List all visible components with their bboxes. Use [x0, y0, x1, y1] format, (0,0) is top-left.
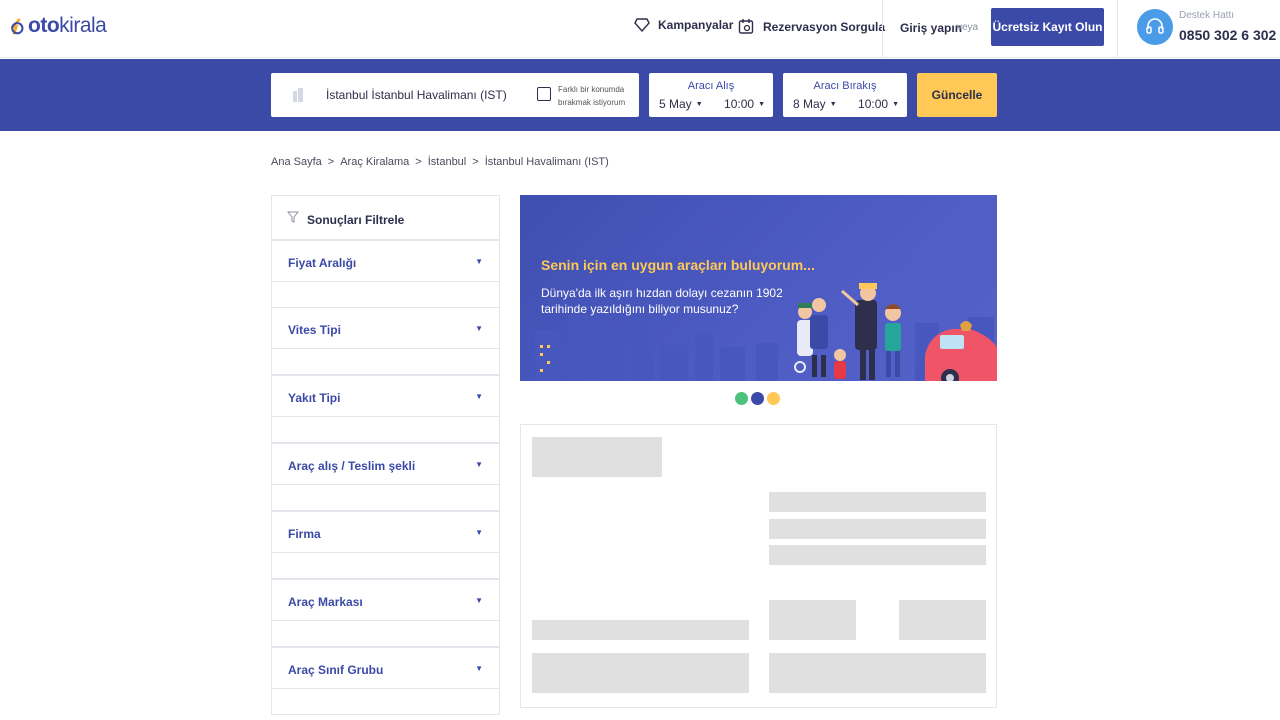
update-button[interactable]: Güncelle: [917, 73, 997, 117]
location-field[interactable]: İstanbul İstanbul Havalimanı (IST) Farkl…: [271, 73, 639, 117]
caret-down-icon: ▼: [475, 664, 483, 673]
pickup-date: 5 May: [659, 97, 692, 111]
skeleton-block: [532, 437, 662, 477]
filter-icon: [287, 211, 299, 223]
nav-reservation-label: Rezervasyon Sorgula: [763, 19, 886, 34]
banner-heading: Senin için en uygun araçları buluyorum..…: [541, 257, 815, 273]
nav-campaigns-label: Kampanyalar: [658, 18, 734, 32]
caret-down-icon: ▼: [475, 324, 483, 333]
filter-header: Sonuçları Filtrele: [271, 195, 500, 240]
dropoff-time-select[interactable]: 10:00 ▼: [858, 97, 899, 111]
divider: [272, 348, 499, 349]
divider: [272, 688, 499, 689]
filter-title: Sonuçları Filtrele: [307, 213, 405, 227]
filter-panel: Sonuçları Filtrele Fiyat Aralığı ▼ Vites…: [271, 195, 500, 717]
breadcrumb-car-rental[interactable]: Araç Kiralama: [340, 156, 409, 168]
pickup-time-select[interactable]: 10:00 ▼: [724, 97, 765, 111]
skeleton-block: [532, 620, 749, 640]
building-icon: [293, 88, 303, 102]
pickup-title: Aracı Alış: [687, 80, 735, 92]
different-location-label[interactable]: Farklı bir konumda bırakmak istiyorum: [558, 83, 636, 109]
filter-label: Fiyat Aralığı: [288, 256, 357, 270]
breadcrumb-city[interactable]: İstanbul: [428, 156, 467, 168]
skeleton-block: [769, 519, 986, 539]
filter-transmission[interactable]: Vites Tipi ▼: [271, 307, 500, 375]
breadcrumb-separator: >: [472, 156, 479, 168]
filter-label: Araç Sınıf Grubu: [288, 663, 384, 677]
dropoff-time: 10:00: [858, 97, 889, 111]
top-header: oto kirala Kampanyalar Rezervasyon Sorgul…: [0, 0, 1280, 58]
support-phone[interactable]: 0850 302 6 302: [1179, 27, 1276, 43]
headset-icon: [1137, 9, 1173, 45]
dropoff-date-select[interactable]: 8 May ▼: [793, 97, 837, 111]
loading-dot: [735, 392, 748, 405]
caret-down-icon: ▼: [892, 101, 899, 108]
loading-dot: [751, 392, 764, 405]
diamond-icon: [634, 18, 650, 32]
caret-down-icon: ▼: [475, 392, 483, 401]
dropoff-title: Aracı Bırakış: [813, 80, 877, 92]
filter-label: Firma: [288, 527, 321, 541]
caret-down-icon: ▼: [758, 101, 765, 108]
search-bar: İstanbul İstanbul Havalimanı (IST) Farkl…: [0, 59, 1280, 131]
pickup-date-select[interactable]: 5 May ▼: [659, 97, 703, 111]
divider: [272, 620, 499, 621]
skeleton-block: [769, 600, 856, 640]
caret-down-icon: ▼: [475, 257, 483, 266]
filter-company[interactable]: Firma ▼: [271, 511, 500, 579]
logo[interactable]: oto kirala: [8, 14, 107, 38]
caret-down-icon: ▼: [829, 101, 837, 108]
nav-campaigns[interactable]: Kampanyalar: [634, 18, 733, 32]
divider: [272, 552, 499, 553]
calendar-search-icon: [738, 19, 754, 34]
pickup-time: 10:00: [724, 97, 755, 111]
filter-car-brand[interactable]: Araç Markası ▼: [271, 579, 500, 647]
logo-text-kirala: kirala: [59, 14, 107, 37]
banner-text: Dünya'da ilk aşırı hızdan dolayı cezanın…: [541, 286, 783, 316]
divider: [272, 484, 499, 485]
logo-mark-icon: [10, 17, 24, 35]
support-label: Destek Hattı: [1179, 10, 1235, 21]
register-button[interactable]: Ücretsiz Kayıt Olun: [991, 8, 1104, 46]
header-divider: [882, 0, 883, 58]
breadcrumb-separator: >: [327, 156, 335, 168]
filter-label: Yakıt Tipi: [288, 391, 341, 405]
breadcrumb-current: İstanbul Havalimanı (IST): [484, 156, 609, 168]
nav-reservation-query[interactable]: Rezervasyon Sorgula: [738, 18, 885, 35]
caret-down-icon: ▼: [475, 596, 483, 605]
location-value: İstanbul İstanbul Havalimanı (IST): [326, 88, 507, 102]
breadcrumb: Ana Sayfa > Araç Kiralama > İstanbul > İsta…: [271, 156, 609, 168]
skeleton-block: [769, 545, 986, 565]
logo-text-oto: oto: [28, 14, 60, 37]
divider: [272, 416, 499, 417]
breadcrumb-home[interactable]: Ana Sayfa: [271, 156, 322, 168]
skeleton-block: [532, 653, 749, 693]
caret-down-icon: ▼: [695, 101, 703, 108]
divider: [272, 281, 499, 282]
dropoff-datetime[interactable]: Aracı Bırakış 8 May ▼ 10:00 ▼: [783, 73, 907, 117]
breadcrumb-separator: >: [415, 156, 422, 168]
skeleton-block: [899, 600, 986, 640]
skeleton-block: [769, 492, 986, 512]
filter-label: Araç Markası: [288, 595, 363, 609]
loading-dot: [767, 392, 780, 405]
caret-down-icon: ▼: [475, 528, 483, 537]
result-card-skeleton: [520, 424, 997, 708]
filter-car-class[interactable]: Araç Sınıf Grubu ▼: [271, 647, 500, 715]
login-link[interactable]: Giriş yapın: [900, 21, 962, 35]
filter-label: Araç alış / Teslim şekli: [288, 459, 416, 473]
filter-label: Vites Tipi: [288, 323, 341, 337]
filter-pickup-delivery[interactable]: Araç alış / Teslim şekli ▼: [271, 443, 500, 511]
different-location-checkbox[interactable]: [537, 87, 551, 101]
caret-down-icon: ▼: [475, 460, 483, 469]
filter-price-range[interactable]: Fiyat Aralığı ▼: [271, 240, 500, 308]
loading-banner: Senin için en uygun araçları buluyorum..…: [520, 195, 997, 381]
loading-dots: [735, 392, 783, 405]
filter-fuel-type[interactable]: Yakıt Tipi ▼: [271, 375, 500, 443]
header-divider: [1117, 0, 1118, 58]
skeleton-block: [769, 653, 986, 693]
dropoff-date: 8 May: [793, 97, 826, 111]
pickup-datetime[interactable]: Aracı Alış 5 May ▼ 10:00 ▼: [649, 73, 773, 117]
or-text: veya: [957, 22, 979, 33]
